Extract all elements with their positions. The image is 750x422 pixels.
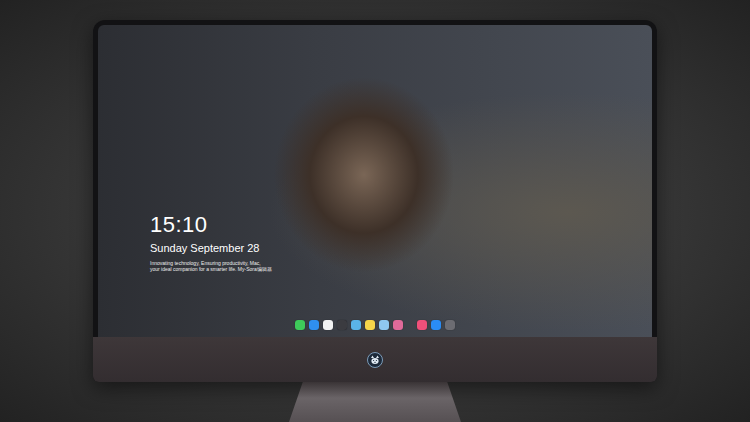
app-icon[interactable] bbox=[379, 320, 389, 330]
lock-screen: 15:10 Sunday September 28 Innovating techn… bbox=[98, 25, 652, 337]
tagline: Innovating technology, Ensuring producti… bbox=[150, 260, 652, 272]
app-icon[interactable] bbox=[323, 320, 333, 330]
app-icon[interactable] bbox=[445, 320, 455, 330]
app-icon[interactable] bbox=[365, 320, 375, 330]
app-icon[interactable] bbox=[295, 320, 305, 330]
monitor-chin bbox=[93, 337, 657, 382]
tagline-line: Innovating technology, Ensuring producti… bbox=[150, 260, 652, 266]
app-icon[interactable] bbox=[393, 320, 403, 330]
app-icon[interactable] bbox=[337, 320, 347, 330]
clock-date: Sunday September 28 bbox=[150, 241, 652, 255]
dock-group bbox=[417, 320, 455, 330]
monitor-stand bbox=[289, 382, 461, 422]
clock-time: 15:10 bbox=[150, 213, 652, 237]
lock-info: 15:10 Sunday September 28 Innovating techn… bbox=[150, 213, 652, 272]
tagline-line: your ideal companion for a smarter life.… bbox=[150, 266, 652, 272]
dock bbox=[292, 319, 458, 331]
app-icon[interactable] bbox=[351, 320, 361, 330]
app-icon[interactable] bbox=[431, 320, 441, 330]
logo-icon bbox=[367, 352, 383, 368]
monitor: 15:10 Sunday September 28 Innovating techn… bbox=[93, 20, 657, 382]
dock-group bbox=[295, 320, 403, 330]
app-icon[interactable] bbox=[309, 320, 319, 330]
page: 15:10 Sunday September 28 Innovating techn… bbox=[0, 0, 750, 422]
app-icon[interactable] bbox=[417, 320, 427, 330]
